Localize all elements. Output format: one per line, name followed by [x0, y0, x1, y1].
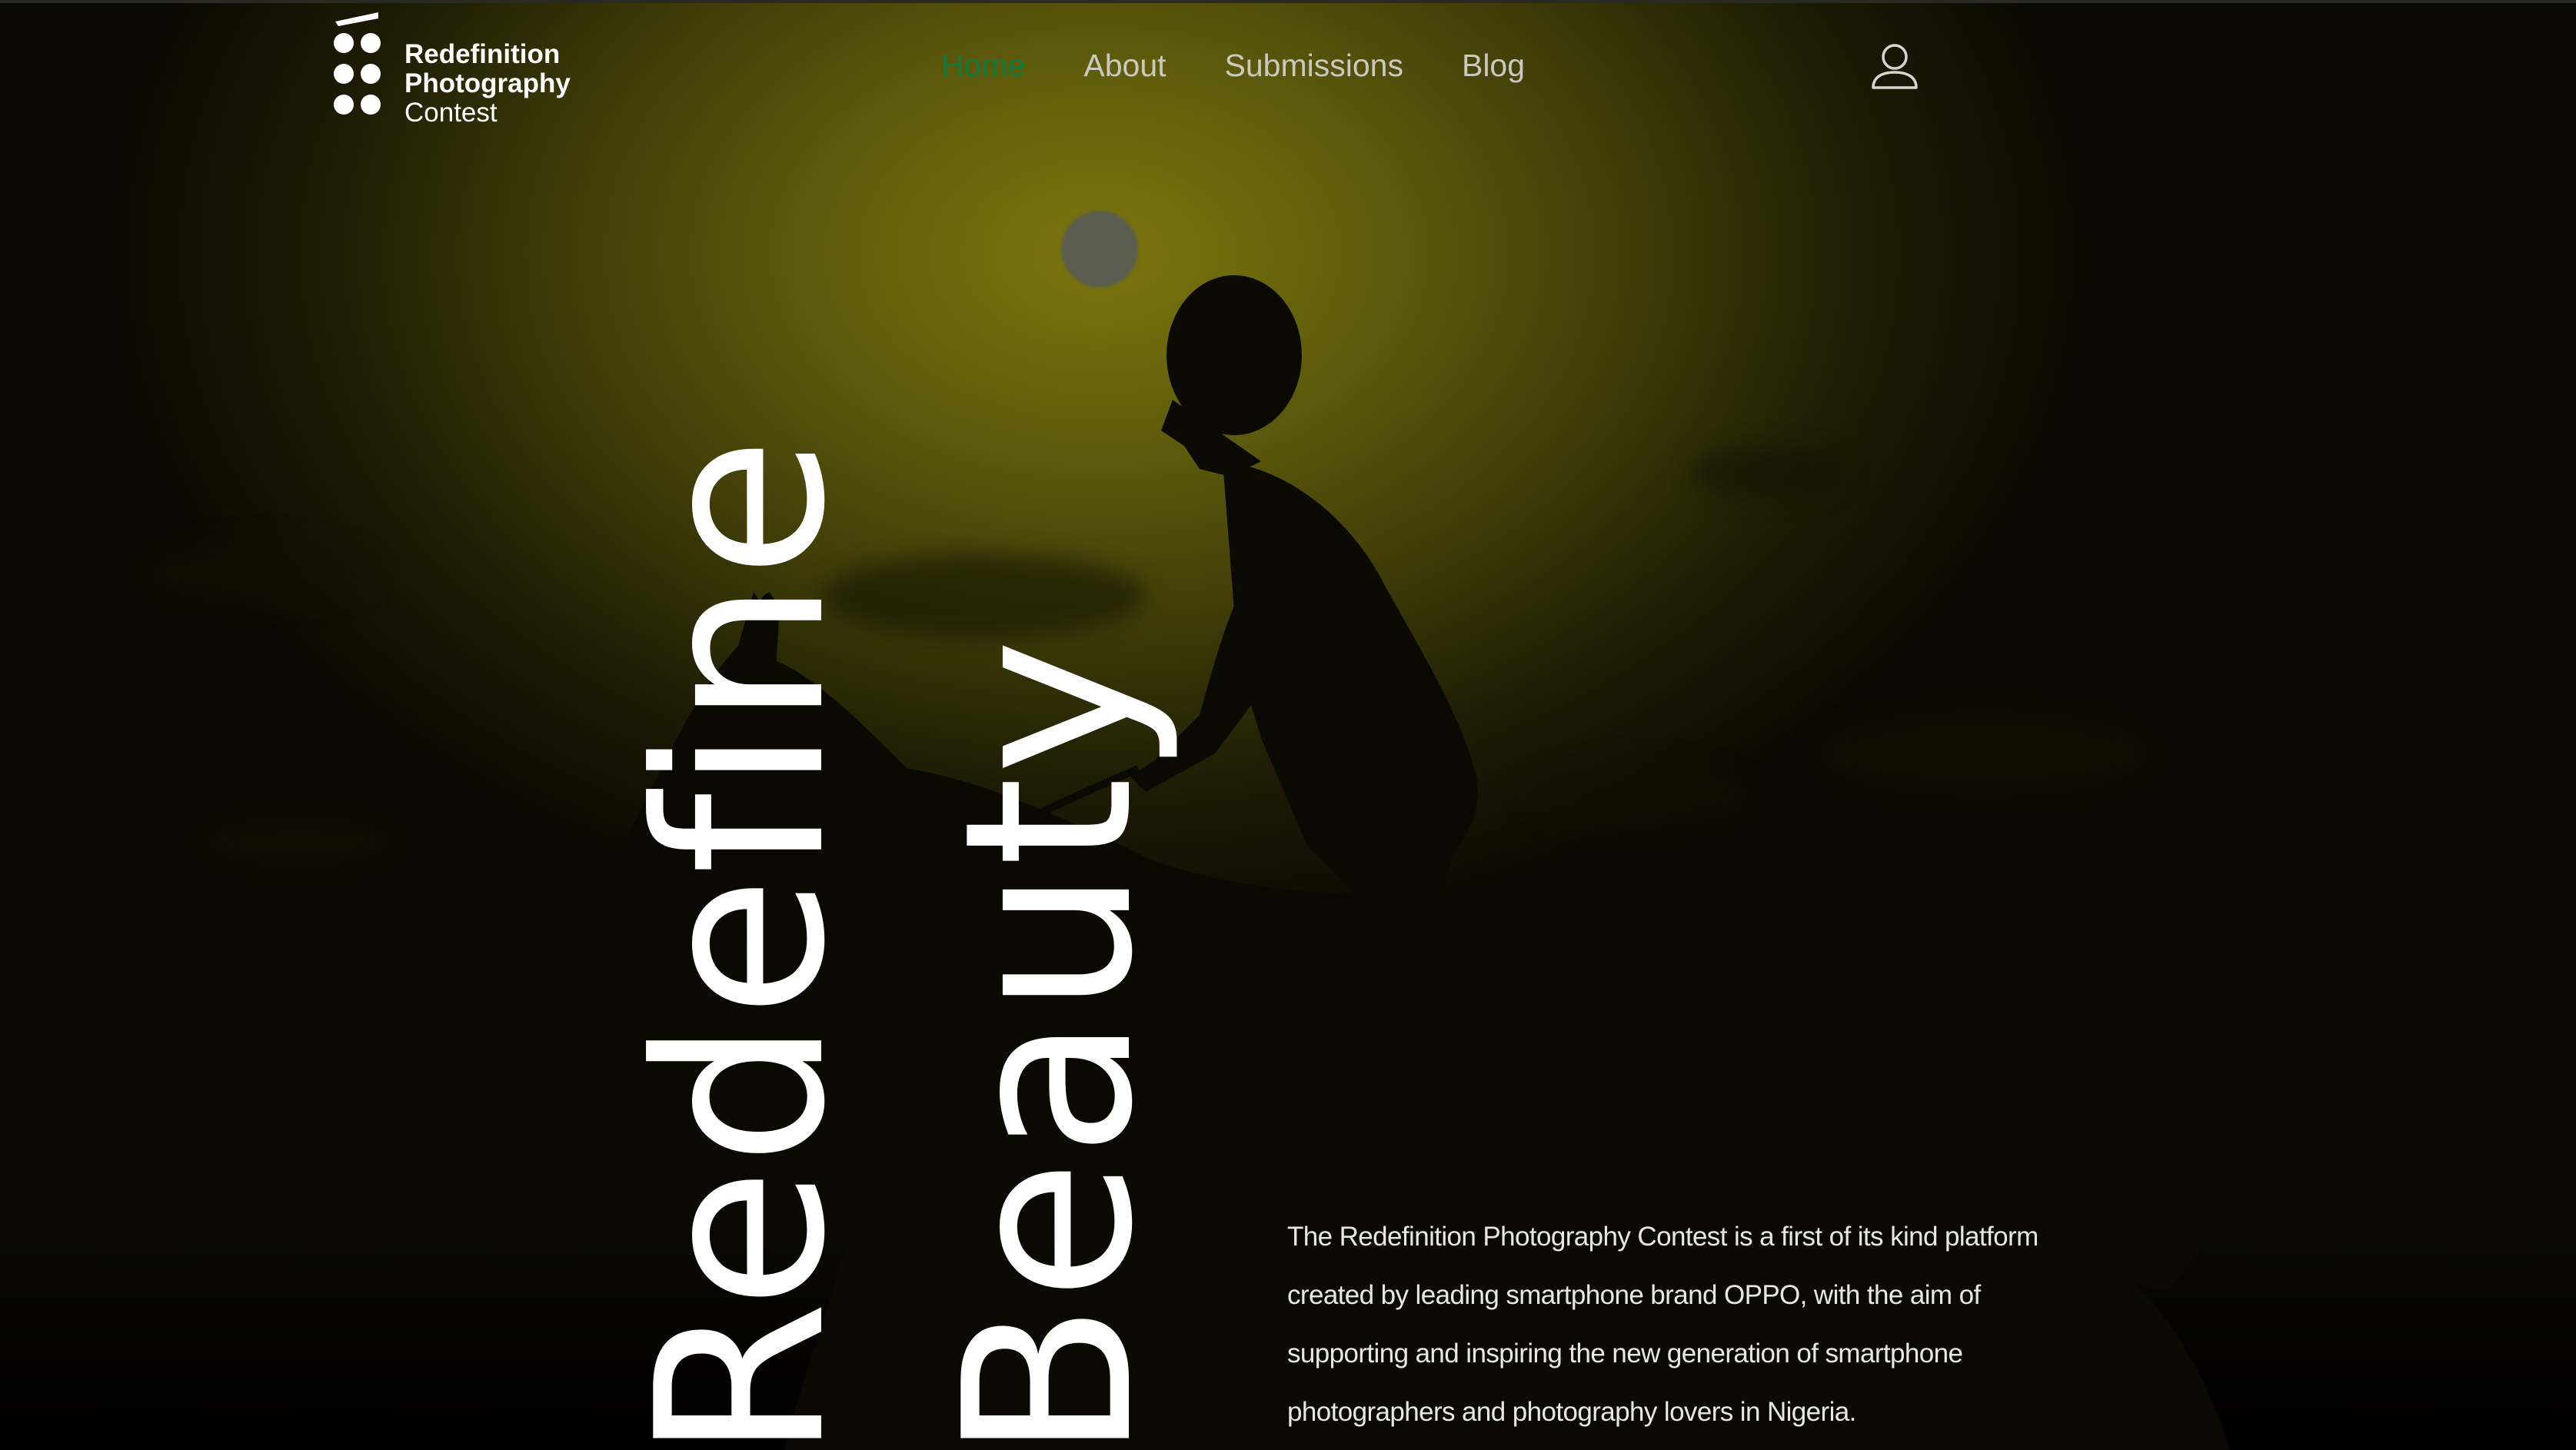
logo-line-2: Photography [404, 68, 571, 98]
nav-blog[interactable]: Blog [1462, 48, 1525, 84]
hero-title-line-1: Redefine [607, 434, 876, 1450]
logo-line-1: Redefinition [404, 39, 561, 69]
page: Redefinition Photography Contest Home Ab… [0, 0, 2576, 1450]
logo-dots-icon [334, 12, 381, 115]
main-nav: Home About Submissions Blog [941, 48, 1583, 84]
nav-about[interactable]: About [1083, 48, 1166, 84]
hero-description: The Redefinition Photography Contest is … [1287, 1222, 2039, 1427]
hero-title-line-2: Beauty [915, 637, 1183, 1450]
user-icon[interactable] [1869, 40, 1921, 92]
nav-home[interactable]: Home [941, 48, 1025, 84]
logo-text: Redefinition Photography Contest [404, 40, 571, 128]
nav-submissions[interactable]: Submissions [1225, 48, 1403, 84]
logo-line-3: Contest [404, 98, 498, 128]
site-logo[interactable]: Redefinition Photography Contest [332, 11, 586, 128]
